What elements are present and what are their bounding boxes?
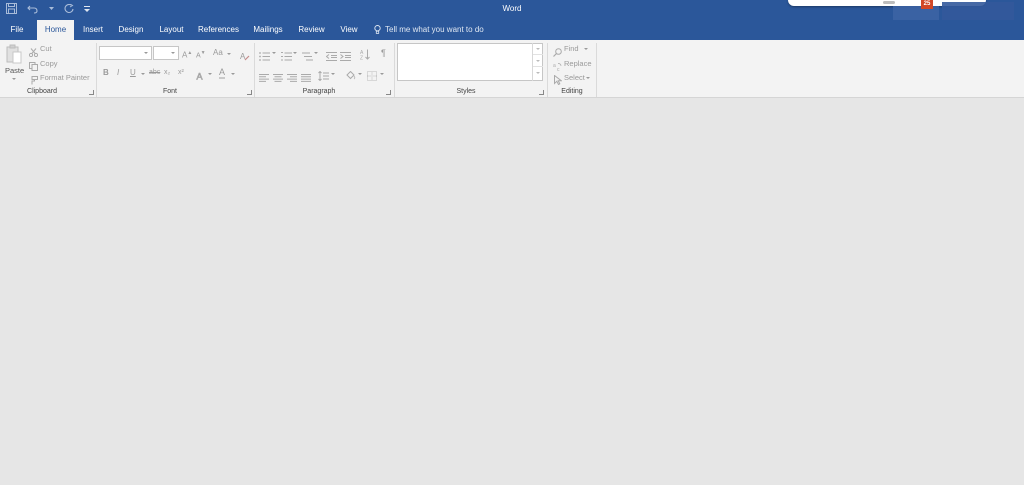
- select-button[interactable]: Select: [564, 73, 585, 82]
- ribbon-tab-bar: File Home Insert Design Layout Reference…: [0, 20, 1024, 40]
- group-divider: [596, 43, 597, 97]
- tab-references[interactable]: References: [195, 20, 242, 40]
- styles-group-label: Styles: [456, 88, 476, 95]
- text-effects-icon[interactable]: A: [196, 68, 206, 86]
- tab-mailings[interactable]: Mailings: [248, 20, 288, 40]
- clipboard-group-label: Clipboard: [27, 88, 57, 95]
- paste-dropdown-icon[interactable]: [12, 78, 16, 80]
- styles-launcher-icon[interactable]: [539, 90, 544, 95]
- clipboard-launcher-icon[interactable]: [89, 90, 94, 95]
- copy-button[interactable]: Copy: [40, 59, 58, 68]
- replace-button[interactable]: Replace: [564, 59, 592, 68]
- ribbon: Paste Cut Copy Format Painter Clipboard …: [0, 40, 1024, 98]
- paragraph-launcher-icon[interactable]: [386, 90, 391, 95]
- change-case-dropdown-icon[interactable]: [227, 53, 231, 55]
- numbering-icon[interactable]: [281, 48, 292, 66]
- sort-icon[interactable]: AZ: [360, 47, 370, 65]
- multilevel-dropdown-icon[interactable]: [314, 52, 318, 54]
- font-launcher-icon[interactable]: [247, 90, 252, 95]
- group-divider: [394, 43, 395, 97]
- italic-button[interactable]: I: [117, 68, 119, 78]
- change-case-button[interactable]: Aa: [213, 48, 223, 58]
- line-spacing-dropdown-icon[interactable]: [331, 73, 335, 75]
- styles-scroll-down-icon[interactable]: [533, 55, 543, 67]
- show-formatting-marks-icon[interactable]: ¶: [381, 48, 386, 58]
- bold-button[interactable]: B: [103, 68, 109, 78]
- group-divider: [96, 43, 97, 97]
- svg-text:a: a: [553, 63, 556, 69]
- svg-text:A: A: [197, 72, 203, 82]
- svg-text:c: c: [557, 67, 560, 71]
- tab-review[interactable]: Review: [294, 20, 329, 40]
- font-group-label: Font: [162, 88, 177, 95]
- tell-me-text: Tell me what you want to do: [385, 25, 484, 34]
- find-button[interactable]: Find: [564, 44, 579, 53]
- svg-text:Z: Z: [360, 56, 363, 61]
- tab-insert[interactable]: Insert: [78, 20, 108, 40]
- increase-indent-icon[interactable]: [340, 48, 351, 66]
- text-effects-dropdown-icon[interactable]: [208, 73, 212, 75]
- font-size-dropdown-icon: [171, 52, 175, 54]
- document-workspace: [0, 99, 1024, 485]
- bullets-icon[interactable]: [259, 48, 270, 66]
- change-case-icon: Aa: [213, 48, 223, 57]
- borders-dropdown-icon[interactable]: [380, 73, 384, 75]
- underline-dropdown-icon[interactable]: [141, 73, 145, 75]
- superscript-button[interactable]: x²: [178, 68, 184, 78]
- styles-gallery-scroller[interactable]: [532, 43, 543, 81]
- shading-icon[interactable]: [345, 68, 356, 86]
- notification-badge[interactable]: 25: [921, 0, 933, 9]
- font-color-button[interactable]: A: [219, 67, 226, 79]
- tab-file[interactable]: File: [4, 20, 30, 40]
- clear-formatting-icon[interactable]: A: [240, 48, 250, 66]
- strikethrough-button[interactable]: abc: [149, 68, 160, 78]
- group-divider: [254, 43, 255, 97]
- lightbulb-icon: [374, 25, 381, 34]
- underline-button[interactable]: U: [130, 68, 136, 78]
- editing-group-label: Editing: [561, 88, 583, 95]
- find-dropdown-icon[interactable]: [584, 48, 588, 50]
- paragraph-group-label: Paragraph: [302, 88, 336, 95]
- subscript-button[interactable]: x₂: [164, 68, 170, 78]
- window-controls-area[interactable]: [942, 2, 1014, 20]
- tab-layout[interactable]: Layout: [154, 20, 189, 40]
- align-right-icon[interactable]: [287, 69, 297, 87]
- font-name-dropdown-icon: [144, 52, 148, 54]
- font-size-combo[interactable]: [153, 46, 179, 60]
- cut-button[interactable]: Cut: [40, 44, 52, 53]
- justify-icon[interactable]: [301, 69, 311, 87]
- font-color-dropdown-icon[interactable]: [231, 73, 235, 75]
- borders-icon[interactable]: [367, 68, 377, 86]
- decrease-indent-icon[interactable]: [325, 48, 337, 66]
- align-left-icon[interactable]: [259, 69, 269, 87]
- grow-font-button[interactable]: A▲: [182, 48, 192, 61]
- shading-dropdown-icon[interactable]: [358, 73, 362, 75]
- line-spacing-icon[interactable]: [318, 68, 329, 86]
- numbering-dropdown-icon[interactable]: [293, 52, 297, 54]
- tell-me-box[interactable]: Tell me what you want to do: [374, 25, 484, 34]
- styles-scroll-up-icon[interactable]: [533, 43, 543, 55]
- shrink-font-button[interactable]: A▼: [196, 48, 206, 61]
- select-dropdown-icon[interactable]: [586, 77, 590, 79]
- format-painter-button[interactable]: Format Painter: [40, 73, 90, 82]
- align-center-icon[interactable]: [273, 69, 283, 87]
- tab-home[interactable]: Home: [37, 20, 74, 40]
- tab-view[interactable]: View: [335, 20, 363, 40]
- multilevel-list-icon[interactable]: [302, 48, 313, 66]
- title-bar: Word 25: [0, 0, 1024, 20]
- styles-gallery[interactable]: [397, 43, 543, 81]
- bullets-dropdown-icon[interactable]: [272, 52, 276, 54]
- font-name-combo[interactable]: [99, 46, 152, 60]
- paste-label: Paste: [5, 66, 25, 75]
- group-divider: [547, 43, 548, 97]
- styles-more-icon[interactable]: [533, 67, 543, 79]
- paste-icon: [6, 44, 22, 64]
- tab-design[interactable]: Design: [114, 20, 148, 40]
- overlay-handle: [883, 1, 895, 4]
